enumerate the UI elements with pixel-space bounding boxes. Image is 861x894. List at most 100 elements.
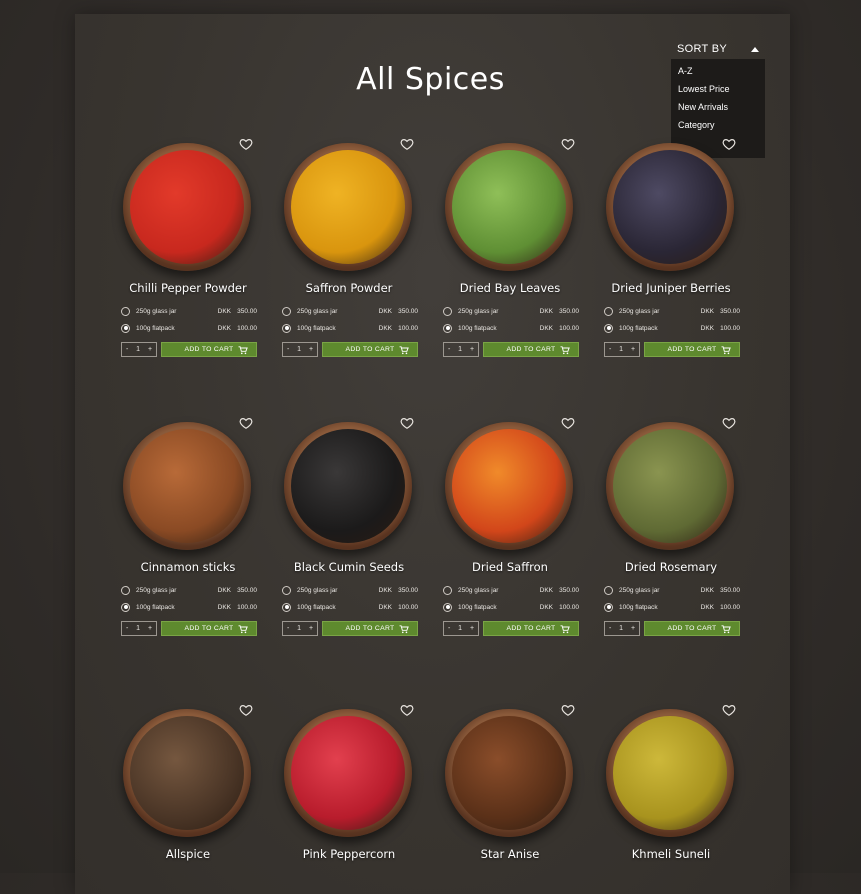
quantity-value: 1 — [297, 625, 302, 632]
sort-option-lowest-price[interactable]: Lowest Price — [671, 80, 765, 98]
currency-label: DKK — [700, 586, 714, 594]
heart-icon[interactable] — [722, 703, 738, 719]
radio-button[interactable] — [604, 585, 613, 595]
decrement-button[interactable]: - — [609, 625, 611, 632]
heart-icon[interactable] — [400, 137, 416, 153]
product-image[interactable] — [284, 143, 412, 271]
decrement-button[interactable]: - — [609, 346, 611, 353]
radio-button[interactable] — [604, 306, 613, 316]
sort-option-a-z[interactable]: A-Z — [671, 62, 765, 80]
product-image[interactable] — [445, 709, 573, 837]
product-image[interactable] — [284, 422, 412, 550]
product-image[interactable] — [445, 143, 573, 271]
decrement-button[interactable]: - — [287, 625, 289, 632]
product-image[interactable] — [123, 422, 251, 550]
increment-button[interactable]: + — [631, 625, 635, 632]
decrement-button[interactable]: - — [448, 346, 450, 353]
size-label: 250g glass jar — [136, 307, 177, 315]
heart-icon[interactable] — [239, 416, 255, 432]
radio-button[interactable] — [282, 323, 291, 333]
add-to-cart-button[interactable]: ADD TO CART — [322, 342, 418, 357]
size-option[interactable]: 100g flatpack DKK 100.00 — [282, 601, 418, 613]
increment-button[interactable]: + — [309, 346, 313, 353]
heart-icon[interactable] — [561, 416, 577, 432]
heart-icon[interactable] — [722, 137, 738, 153]
size-option[interactable]: 250g glass jar DKK 350.00 — [121, 305, 257, 317]
size-option[interactable]: 250g glass jar DKK 350.00 — [121, 584, 257, 596]
product-image[interactable] — [123, 143, 251, 271]
size-label: 250g glass jar — [619, 307, 660, 315]
radio-button[interactable] — [604, 323, 613, 333]
product-image[interactable] — [606, 143, 734, 271]
price: 350.00 — [720, 586, 740, 594]
add-to-cart-button[interactable]: ADD TO CART — [644, 342, 740, 357]
radio-button[interactable] — [282, 306, 291, 316]
decrement-button[interactable]: - — [287, 346, 289, 353]
increment-button[interactable]: + — [148, 346, 152, 353]
price: 350.00 — [559, 307, 579, 315]
product-name: Dried Rosemary — [624, 560, 718, 574]
radio-button[interactable] — [282, 585, 291, 595]
size-option[interactable]: 250g glass jar DKK 350.00 — [443, 584, 579, 596]
increment-button[interactable]: + — [148, 625, 152, 632]
heart-icon[interactable] — [561, 137, 577, 153]
sort-toggle[interactable]: SORT BY — [671, 39, 765, 59]
currency-label: DKK — [539, 603, 553, 611]
size-option[interactable]: 100g flatpack DKK 100.00 — [282, 322, 418, 334]
radio-button[interactable] — [443, 602, 452, 612]
size-option[interactable]: 100g flatpack DKK 100.00 — [121, 322, 257, 334]
heart-icon[interactable] — [239, 137, 255, 153]
decrement-button[interactable]: - — [448, 625, 450, 632]
add-to-cart-button[interactable]: ADD TO CART — [483, 342, 579, 357]
add-to-cart-button[interactable]: ADD TO CART — [161, 621, 257, 636]
radio-button[interactable] — [443, 323, 452, 333]
radio-button[interactable] — [604, 602, 613, 612]
add-to-cart-label: ADD TO CART — [345, 625, 395, 632]
radio-button[interactable] — [443, 306, 452, 316]
heart-icon[interactable] — [400, 416, 416, 432]
size-option[interactable]: 250g glass jar DKK 350.00 — [282, 584, 418, 596]
size-option[interactable]: 100g flatpack DKK 100.00 — [443, 601, 579, 613]
size-option[interactable]: 250g glass jar DKK 350.00 — [443, 305, 579, 317]
size-option[interactable]: 100g flatpack DKK 100.00 — [443, 322, 579, 334]
product-image[interactable] — [284, 709, 412, 837]
size-option[interactable]: 100g flatpack DKK 100.00 — [604, 601, 740, 613]
size-option[interactable]: 100g flatpack DKK 100.00 — [604, 322, 740, 334]
heart-icon[interactable] — [400, 703, 416, 719]
heart-icon[interactable] — [239, 703, 255, 719]
decrement-button[interactable]: - — [126, 346, 128, 353]
radio-button[interactable] — [121, 323, 130, 333]
size-option[interactable]: 250g glass jar DKK 350.00 — [604, 305, 740, 317]
heart-icon[interactable] — [561, 703, 577, 719]
quantity-stepper: - 1 + — [282, 342, 318, 357]
product-image[interactable] — [606, 422, 734, 550]
decrement-button[interactable]: - — [126, 625, 128, 632]
radio-button[interactable] — [121, 602, 130, 612]
add-to-cart-button[interactable]: ADD TO CART — [161, 342, 257, 357]
add-to-cart-button[interactable]: ADD TO CART — [644, 621, 740, 636]
add-to-cart-button[interactable]: ADD TO CART — [483, 621, 579, 636]
radio-button[interactable] — [121, 585, 130, 595]
quantity-value: 1 — [136, 625, 141, 632]
increment-button[interactable]: + — [631, 346, 635, 353]
product-name: Chilli Pepper Powder — [129, 281, 247, 295]
product-image[interactable] — [606, 709, 734, 837]
increment-button[interactable]: + — [309, 625, 313, 632]
product-image[interactable] — [445, 422, 573, 550]
radio-button[interactable] — [282, 602, 291, 612]
sort-option-category[interactable]: Category — [671, 116, 765, 134]
product-name: Black Cumin Seeds — [293, 560, 405, 574]
radio-button[interactable] — [443, 585, 452, 595]
size-option[interactable]: 250g glass jar DKK 350.00 — [282, 305, 418, 317]
increment-button[interactable]: + — [470, 625, 474, 632]
size-option[interactable]: 250g glass jar DKK 350.00 — [604, 584, 740, 596]
quantity-stepper: - 1 + — [604, 342, 640, 357]
product-image[interactable] — [123, 709, 251, 837]
add-to-cart-button[interactable]: ADD TO CART — [322, 621, 418, 636]
heart-icon[interactable] — [722, 416, 738, 432]
sort-option-new-arrivals[interactable]: New Arrivals — [671, 98, 765, 116]
price: 100.00 — [398, 324, 418, 332]
radio-button[interactable] — [121, 306, 130, 316]
increment-button[interactable]: + — [470, 346, 474, 353]
size-option[interactable]: 100g flatpack DKK 100.00 — [121, 601, 257, 613]
